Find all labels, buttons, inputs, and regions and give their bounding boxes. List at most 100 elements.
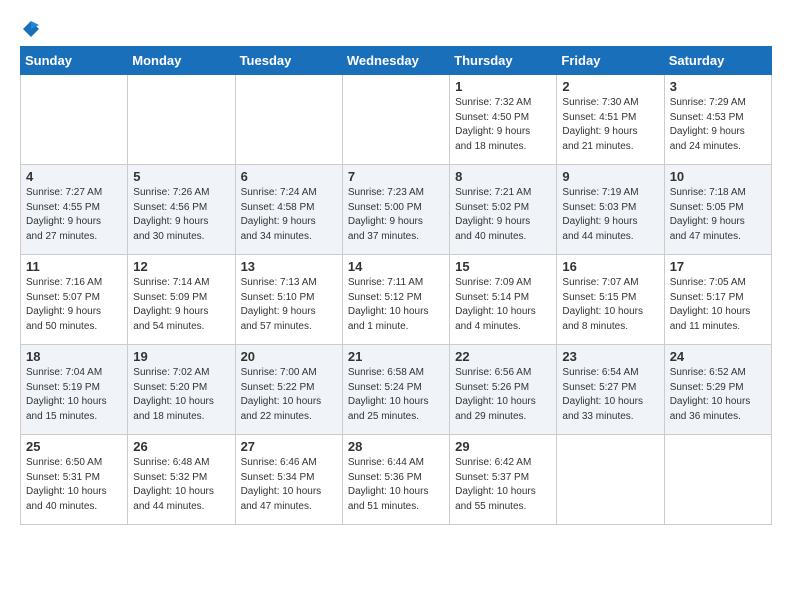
day-info: Sunrise: 6:44 AM Sunset: 5:36 PM Dayligh…	[348, 456, 444, 514]
day-info: Sunrise: 7:05 AM Sunset: 5:17 PM Dayligh…	[670, 276, 766, 334]
calendar-cell: 26 Sunrise: 6:48 AM Sunset: 5:32 PM Dayli…	[128, 435, 235, 525]
calendar-cell	[21, 75, 128, 165]
header-thursday: Thursday	[450, 47, 557, 75]
day-number: 4	[26, 169, 122, 184]
day-number: 16	[562, 259, 658, 274]
day-number: 29	[455, 439, 551, 454]
day-number: 1	[455, 79, 551, 94]
calendar-cell: 16 Sunrise: 7:07 AM Sunset: 5:15 PM Dayli…	[557, 255, 664, 345]
day-info: Sunrise: 7:30 AM Sunset: 4:51 PM Dayligh…	[562, 96, 658, 154]
day-number: 3	[670, 79, 766, 94]
day-number: 25	[26, 439, 122, 454]
day-info: Sunrise: 7:27 AM Sunset: 4:55 PM Dayligh…	[26, 186, 122, 244]
day-number: 22	[455, 349, 551, 364]
day-number: 5	[133, 169, 229, 184]
day-info: Sunrise: 7:14 AM Sunset: 5:09 PM Dayligh…	[133, 276, 229, 334]
day-info: Sunrise: 7:00 AM Sunset: 5:22 PM Dayligh…	[241, 366, 337, 424]
calendar-cell: 7 Sunrise: 7:23 AM Sunset: 5:00 PM Daylig…	[342, 165, 449, 255]
day-info: Sunrise: 7:07 AM Sunset: 5:15 PM Dayligh…	[562, 276, 658, 334]
day-number: 18	[26, 349, 122, 364]
day-number: 23	[562, 349, 658, 364]
day-info: Sunrise: 7:29 AM Sunset: 4:53 PM Dayligh…	[670, 96, 766, 154]
calendar-cell: 27Sunrise: 6:46 AM Sunset: 5:34 PM Dayli…	[235, 435, 342, 525]
day-info: Sunrise: 7:32 AM Sunset: 4:50 PM Dayligh…	[455, 96, 551, 154]
logo-flag-icon	[22, 20, 40, 38]
calendar-cell: 29 Sunrise: 6:42 AM Sunset: 5:37 PM Dayli…	[450, 435, 557, 525]
day-number: 28	[348, 439, 444, 454]
calendar-cell	[235, 75, 342, 165]
calendar-cell: 28 Sunrise: 6:44 AM Sunset: 5:36 PM Dayli…	[342, 435, 449, 525]
calendar-cell: 1 Sunrise: 7:32 AM Sunset: 4:50 PM Daylig…	[450, 75, 557, 165]
day-info: Sunrise: 6:58 AM Sunset: 5:24 PM Dayligh…	[348, 366, 444, 424]
day-number: 27	[241, 439, 337, 454]
day-info: Sunrise: 7:26 AM Sunset: 4:56 PM Dayligh…	[133, 186, 229, 244]
day-info: Sunrise: 7:21 AM Sunset: 5:02 PM Dayligh…	[455, 186, 551, 244]
day-number: 6	[241, 169, 337, 184]
day-number: 15	[455, 259, 551, 274]
day-number: 8	[455, 169, 551, 184]
calendar-week-5: 25 Sunrise: 6:50 AM Sunset: 5:31 PM Dayli…	[21, 435, 772, 525]
day-number: 19	[133, 349, 229, 364]
day-info: Sunrise: 7:24 AM Sunset: 4:58 PM Dayligh…	[241, 186, 337, 244]
calendar-cell: 8 Sunrise: 7:21 AM Sunset: 5:02 PM Daylig…	[450, 165, 557, 255]
calendar-cell: 14Sunrise: 7:11 AM Sunset: 5:12 PM Dayli…	[342, 255, 449, 345]
day-info: Sunrise: 7:16 AM Sunset: 5:07 PM Dayligh…	[26, 276, 122, 334]
day-number: 17	[670, 259, 766, 274]
day-info: Sunrise: 7:19 AM Sunset: 5:03 PM Dayligh…	[562, 186, 658, 244]
calendar-cell: 20 Sunrise: 7:00 AM Sunset: 5:22 PM Dayli…	[235, 345, 342, 435]
calendar-cell: 18 Sunrise: 7:04 AM Sunset: 5:19 PM Dayli…	[21, 345, 128, 435]
calendar-cell: 23Sunrise: 6:54 AM Sunset: 5:27 PM Dayli…	[557, 345, 664, 435]
day-info: Sunrise: 6:48 AM Sunset: 5:32 PM Dayligh…	[133, 456, 229, 514]
calendar-cell	[128, 75, 235, 165]
day-number: 7	[348, 169, 444, 184]
day-info: Sunrise: 7:23 AM Sunset: 5:00 PM Dayligh…	[348, 186, 444, 244]
header-tuesday: Tuesday	[235, 47, 342, 75]
day-info: Sunrise: 7:02 AM Sunset: 5:20 PM Dayligh…	[133, 366, 229, 424]
header-monday: Monday	[128, 47, 235, 75]
header-sunday: Sunday	[21, 47, 128, 75]
calendar-cell: 3 Sunrise: 7:29 AM Sunset: 4:53 PM Daylig…	[664, 75, 771, 165]
calendar-cell: 10 Sunrise: 7:18 AM Sunset: 5:05 PM Dayli…	[664, 165, 771, 255]
calendar-cell: 9 Sunrise: 7:19 AM Sunset: 5:03 PM Daylig…	[557, 165, 664, 255]
day-info: Sunrise: 7:04 AM Sunset: 5:19 PM Dayligh…	[26, 366, 122, 424]
day-info: Sunrise: 6:50 AM Sunset: 5:31 PM Dayligh…	[26, 456, 122, 514]
calendar-cell: 25 Sunrise: 6:50 AM Sunset: 5:31 PM Dayli…	[21, 435, 128, 525]
calendar-week-2: 4 Sunrise: 7:27 AM Sunset: 4:55 PM Daylig…	[21, 165, 772, 255]
calendar-week-1: 1 Sunrise: 7:32 AM Sunset: 4:50 PM Daylig…	[21, 75, 772, 165]
calendar-cell: 21 Sunrise: 6:58 AM Sunset: 5:24 PM Dayli…	[342, 345, 449, 435]
calendar-cell: 13 Sunrise: 7:13 AM Sunset: 5:10 PM Dayli…	[235, 255, 342, 345]
day-info: Sunrise: 6:42 AM Sunset: 5:37 PM Dayligh…	[455, 456, 551, 514]
calendar-cell: 19 Sunrise: 7:02 AM Sunset: 5:20 PM Dayli…	[128, 345, 235, 435]
day-number: 11	[26, 259, 122, 274]
page-header	[20, 20, 772, 38]
calendar-week-3: 11 Sunrise: 7:16 AM Sunset: 5:07 PM Dayli…	[21, 255, 772, 345]
day-number: 26	[133, 439, 229, 454]
calendar-cell: 11 Sunrise: 7:16 AM Sunset: 5:07 PM Dayli…	[21, 255, 128, 345]
calendar-cell	[664, 435, 771, 525]
calendar-cell: 24 Sunrise: 6:52 AM Sunset: 5:29 PM Dayli…	[664, 345, 771, 435]
day-info: Sunrise: 7:09 AM Sunset: 5:14 PM Dayligh…	[455, 276, 551, 334]
day-info: Sunrise: 7:18 AM Sunset: 5:05 PM Dayligh…	[670, 186, 766, 244]
header-friday: Friday	[557, 47, 664, 75]
calendar-cell: 2Sunrise: 7:30 AM Sunset: 4:51 PM Daylig…	[557, 75, 664, 165]
day-number: 14	[348, 259, 444, 274]
day-number: 21	[348, 349, 444, 364]
day-number: 10	[670, 169, 766, 184]
header-saturday: Saturday	[664, 47, 771, 75]
logo	[20, 20, 40, 38]
day-info: Sunrise: 6:52 AM Sunset: 5:29 PM Dayligh…	[670, 366, 766, 424]
day-number: 9	[562, 169, 658, 184]
calendar-cell: 4 Sunrise: 7:27 AM Sunset: 4:55 PM Daylig…	[21, 165, 128, 255]
calendar-cell: 6 Sunrise: 7:24 AM Sunset: 4:58 PM Daylig…	[235, 165, 342, 255]
day-number: 20	[241, 349, 337, 364]
day-number: 13	[241, 259, 337, 274]
calendar-cell: 12 Sunrise: 7:14 AM Sunset: 5:09 PM Dayli…	[128, 255, 235, 345]
calendar-cell: 17 Sunrise: 7:05 AM Sunset: 5:17 PM Dayli…	[664, 255, 771, 345]
day-info: Sunrise: 7:13 AM Sunset: 5:10 PM Dayligh…	[241, 276, 337, 334]
calendar-cell: 5 Sunrise: 7:26 AM Sunset: 4:56 PM Daylig…	[128, 165, 235, 255]
calendar-cell: 15 Sunrise: 7:09 AM Sunset: 5:14 PM Dayli…	[450, 255, 557, 345]
calendar-cell	[342, 75, 449, 165]
day-number: 12	[133, 259, 229, 274]
day-number: 24	[670, 349, 766, 364]
calendar-header-row: SundayMondayTuesdayWednesdayThursdayFrid…	[21, 47, 772, 75]
